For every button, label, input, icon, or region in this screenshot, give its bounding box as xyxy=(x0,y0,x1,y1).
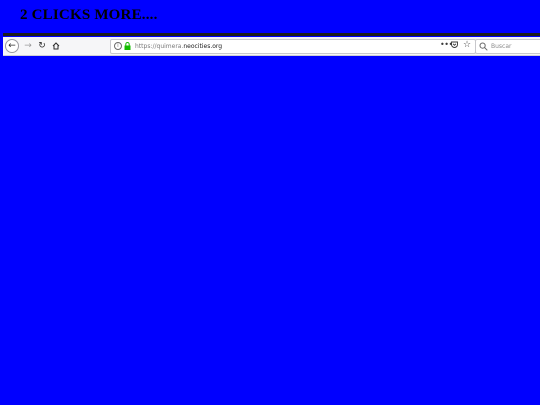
home-icon xyxy=(52,42,60,50)
star-icon[interactable]: ☆ xyxy=(463,40,471,50)
browser-chrome: ← → ↻ i https://quimera.neocities.org ••… xyxy=(3,33,540,56)
pocket-icon[interactable] xyxy=(451,41,458,48)
home-button[interactable] xyxy=(48,38,64,54)
navigation-toolbar: ← → ↻ i https://quimera.neocities.org ••… xyxy=(3,37,540,56)
forward-arrow-icon: → xyxy=(24,40,32,51)
reload-icon: ↻ xyxy=(38,40,46,51)
tab-strip xyxy=(3,33,540,36)
lock-icon[interactable] xyxy=(124,42,131,50)
search-bar[interactable]: Buscar xyxy=(475,39,540,54)
back-button[interactable]: ← xyxy=(5,39,19,53)
info-icon[interactable]: i xyxy=(114,42,122,50)
url-host: neocities.org xyxy=(183,43,223,50)
url-text[interactable]: https://quimera.neocities.org xyxy=(135,41,222,52)
page-title: 2 CLICKS MORE.... xyxy=(20,7,158,23)
search-placeholder: Buscar xyxy=(491,43,512,50)
url-scheme: https://quimera. xyxy=(135,43,184,50)
back-arrow-icon: ← xyxy=(8,40,16,51)
url-bar[interactable]: i https://quimera.neocities.org xyxy=(110,39,476,54)
search-icon xyxy=(479,42,488,51)
